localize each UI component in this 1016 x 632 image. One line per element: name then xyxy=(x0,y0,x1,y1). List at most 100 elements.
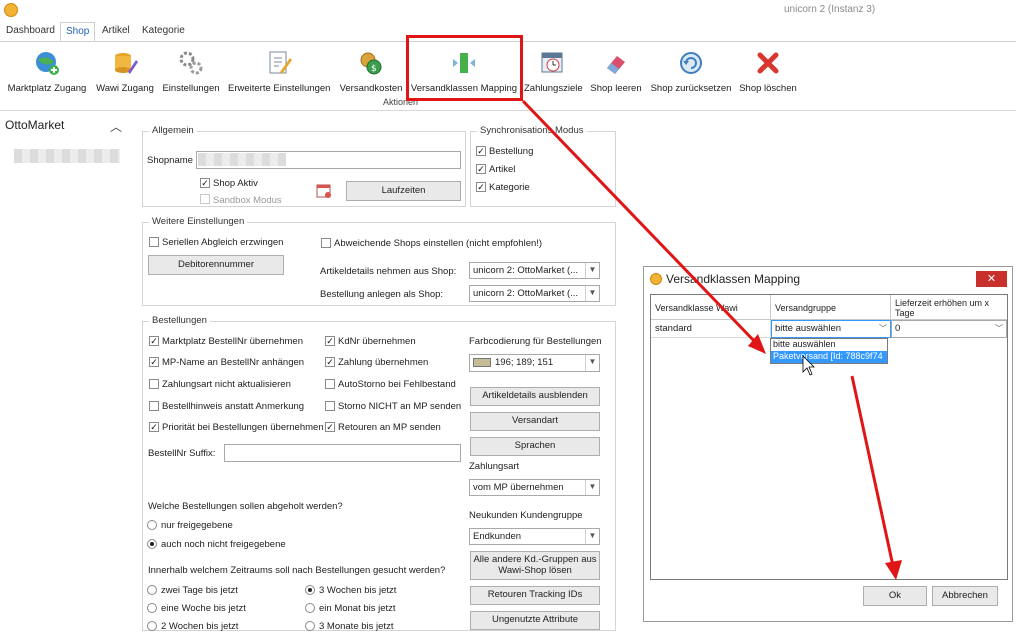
versandart-button[interactable]: Versandart xyxy=(470,412,600,431)
chevron-down-icon: ▼ xyxy=(585,286,599,301)
tab-kategorie[interactable]: Kategorie xyxy=(142,25,185,36)
globe-plus-icon xyxy=(33,49,61,77)
column-header-klasse[interactable]: Versandklasse Wawi xyxy=(651,295,771,320)
artikeldetails-select[interactable]: unicorn 2: OttoMarket (... ▼ xyxy=(469,262,600,279)
mid-check-4[interactable] xyxy=(325,401,335,411)
radio-3-monate[interactable] xyxy=(305,621,315,631)
laufzeiten-button[interactable]: Laufzeiten xyxy=(346,181,461,201)
left-check-5[interactable]: ✓ xyxy=(149,422,159,432)
mid-check-1[interactable]: ✓ xyxy=(325,336,335,346)
tab-artikel[interactable]: Artikel xyxy=(102,25,130,36)
mid-check-3[interactable] xyxy=(325,379,335,389)
left-check-1[interactable]: ✓ xyxy=(149,336,159,346)
sidebar-title: OttoMarket xyxy=(5,118,65,132)
radio-ein-monat[interactable] xyxy=(305,603,315,613)
radio-3-wochen[interactable] xyxy=(305,585,315,595)
abweichende-checkbox[interactable] xyxy=(321,238,331,248)
sync-bestellung-checkbox[interactable]: ✓ xyxy=(476,146,486,156)
chevron-down-icon: ﹀ xyxy=(995,324,1003,333)
tab-shop[interactable]: Shop xyxy=(60,22,96,42)
allgemein-title: Allgemein xyxy=(149,125,197,136)
sync-artikel-label: Artikel xyxy=(489,164,516,175)
sandbox-checkbox[interactable] xyxy=(200,194,210,204)
shop-aktiv-checkbox[interactable]: ✓ xyxy=(200,178,210,188)
left-check-4[interactable] xyxy=(149,401,159,411)
einstellungen-button[interactable]: Einstellungen xyxy=(161,49,221,94)
lieferzeit-select[interactable]: 0 ﹀ xyxy=(891,320,1007,338)
ok-button[interactable]: Ok xyxy=(863,586,927,606)
chevron-down-icon: ▼ xyxy=(585,355,599,371)
red-x-icon xyxy=(754,49,782,77)
eraser-icon xyxy=(602,49,630,77)
title-bar: unicorn 2 (Instanz 3) xyxy=(0,0,1016,22)
calendar-delete-icon[interactable] xyxy=(316,183,332,199)
erweiterte-einstellungen-button[interactable]: Erweiterte Einstellungen xyxy=(228,49,330,94)
bestellungen-title: Bestellungen xyxy=(149,315,210,326)
radio-nur-freigegebene[interactable] xyxy=(147,520,157,530)
app-logo-icon xyxy=(650,273,662,285)
sidebar-item-redacted[interactable] xyxy=(14,149,120,163)
calendar-clock-icon xyxy=(539,49,567,77)
versandgruppe-select[interactable]: bitte auswählen ﹀ xyxy=(771,320,891,338)
sync-artikel-checkbox[interactable]: ✓ xyxy=(476,164,486,174)
cell-klasse[interactable]: standard xyxy=(651,320,771,338)
mid-check-2[interactable]: ✓ xyxy=(325,357,335,367)
farb-select[interactable]: 196; 189; 151 ▼ xyxy=(469,354,600,372)
sprachen-button[interactable]: Sprachen xyxy=(470,437,600,456)
ungenutzte-attribute-button[interactable]: Ungenutzte Attribute xyxy=(470,611,600,630)
dropdown-option[interactable]: bitte auswählen xyxy=(771,339,887,351)
shop-aktiv-label: Shop Aktiv xyxy=(213,178,258,189)
dropdown-option-selected[interactable]: Paketversand [Id: 788c9f74 xyxy=(771,351,887,363)
versandkosten-button[interactable]: $ Versandkosten xyxy=(338,49,404,94)
bestellung-anlegen-select[interactable]: unicorn 2: OttoMarket (... ▼ xyxy=(469,285,600,302)
radio-3-wochen-label: 3 Wochen bis jetzt xyxy=(319,585,397,596)
mid-check-1-label: KdNr übernehmen xyxy=(338,336,416,347)
sync-title: Synchronisations Modus xyxy=(477,125,587,136)
artikeldetails-ausblenden-button[interactable]: Artikeldetails ausblenden xyxy=(470,387,600,406)
column-header-gruppe[interactable]: Versandgruppe xyxy=(771,295,891,320)
radio-auch-nicht-freigegebene[interactable] xyxy=(147,539,157,549)
abbrechen-button[interactable]: Abbrechen xyxy=(932,586,998,606)
shop-leeren-button[interactable]: Shop leeren xyxy=(590,49,642,94)
seriellen-checkbox[interactable] xyxy=(149,237,159,247)
debitorennummer-button[interactable]: Debitorennummer xyxy=(148,255,284,275)
alle-andere-button[interactable]: Alle andere Kd.-Gruppen aus Wawi-Shop lö… xyxy=(470,551,600,580)
sync-kategorie-checkbox[interactable]: ✓ xyxy=(476,182,486,192)
chevron-down-icon: ﹀ xyxy=(879,324,887,333)
suffix-input[interactable] xyxy=(224,444,461,462)
weitere-title: Weitere Einstellungen xyxy=(149,216,248,227)
wawi-zugang-button[interactable]: Wawi Zugang xyxy=(95,49,155,94)
window-title: unicorn 2 (Instanz 3) xyxy=(784,4,876,15)
neukunden-select[interactable]: Endkunden ▼ xyxy=(469,528,600,545)
seriellen-label: Seriellen Abgleich erzwingen xyxy=(162,237,284,248)
radio-zwei-tage[interactable] xyxy=(147,585,157,595)
radio-ein-monat-label: ein Monat bis jetzt xyxy=(319,603,396,614)
retouren-tracking-button[interactable]: Retouren Tracking IDs xyxy=(470,586,600,605)
mid-check-5[interactable]: ✓ xyxy=(325,422,335,432)
marktplatz-zugang-button[interactable]: Marktplatz Zugang xyxy=(7,49,87,94)
column-header-lieferzeit[interactable]: Lieferzeit erhöhen um x Tage xyxy=(891,295,1007,320)
neukunden-label: Neukunden Kundengruppe xyxy=(469,510,583,521)
mid-check-4-label: Storno NICHT an MP senden xyxy=(338,401,462,412)
shopname-label: Shopname xyxy=(147,155,193,166)
left-check-2[interactable]: ✓ xyxy=(149,357,159,367)
artikeldetails-label: Artikeldetails nehmen aus Shop: xyxy=(320,266,457,277)
radio-eine-woche[interactable] xyxy=(147,603,157,613)
radio-2-wochen[interactable] xyxy=(147,621,157,631)
coins-icon: $ xyxy=(357,49,385,77)
tab-dashboard[interactable]: Dashboard xyxy=(6,25,55,36)
chevron-up-icon[interactable]: ︿ xyxy=(110,118,122,135)
zeitraum-question: Innerhalb welchem Zeitraums soll nach Be… xyxy=(148,565,446,576)
zahlungsziele-button[interactable]: Zahlungsziele xyxy=(524,49,583,94)
mid-check-3-label: AutoStorno bei Fehlbestand xyxy=(338,379,456,390)
left-check-2-label: MP-Name an BestellNr anhängen xyxy=(162,357,305,368)
close-icon[interactable]: ✕ xyxy=(976,271,1007,287)
left-check-5-label: Priorität bei Bestellungen übernehmen xyxy=(162,422,324,433)
shop-zuruecksetzen-button[interactable]: Shop zurücksetzen xyxy=(650,49,732,94)
reset-icon xyxy=(677,49,705,77)
shopname-redacted xyxy=(198,153,286,166)
zahlungsart-select[interactable]: vom MP übernehmen ▼ xyxy=(469,479,600,496)
versandklassen-dialog: Versandklassen Mapping ✕ Versandklasse W… xyxy=(643,266,1013,622)
shop-loeschen-button[interactable]: Shop löschen xyxy=(739,49,797,94)
left-check-3[interactable] xyxy=(149,379,159,389)
